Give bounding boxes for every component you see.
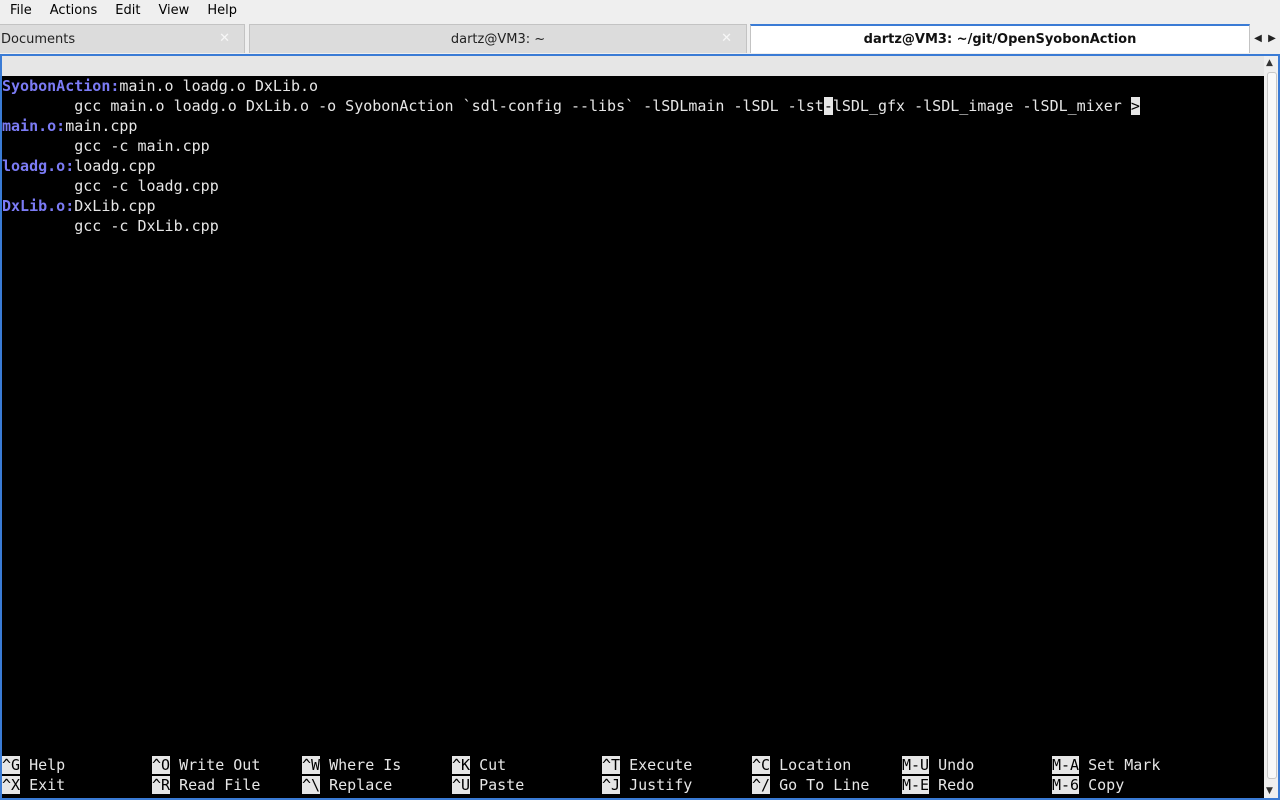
make-target: DxLib.o: [2,197,75,215]
editor-line[interactable]: SyobonAction:main.o loadg.o DxLib.o [2,76,1264,96]
menu-edit[interactable]: Edit [105,0,148,21]
scrollbar-thumb[interactable] [1267,72,1277,779]
line-overflow-marker: > [1130,97,1140,115]
make-deps: main.cpp [65,117,138,135]
shortcut-set-mark[interactable]: M-A Set Mark [1052,755,1160,775]
make-deps: DxLib.cpp [74,197,156,215]
tab-bar: Documents ✕ dartz@VM3: ~ ✕ dartz@VM3: ~/… [0,21,1280,55]
make-deps: loadg.cpp [74,157,156,175]
editor-line[interactable]: DxLib.o:DxLib.cpp [2,196,1264,216]
shortcut-execute[interactable]: ^T Execute [602,755,692,775]
make-target: SyobonAction: [2,77,120,95]
shortcut-go-to-line[interactable]: ^/ Go To Line [752,775,869,795]
tab-label: dartz@VM3: ~/git/OpenSyobonAction [863,32,1137,47]
chevron-up-icon[interactable]: ▲ [1266,58,1273,68]
make-command: gcc -c DxLib.cpp [2,217,219,235]
tab-documents[interactable]: Documents ✕ [0,24,245,53]
make-command: gcc main.o loadg.o DxLib.o -o SyobonActi… [2,97,824,115]
editor-line[interactable]: main.o:main.cpp [2,116,1264,136]
terminal-scrollbar[interactable]: ▲ ▼ [1264,56,1278,798]
shortcut-where-is[interactable]: ^W Where Is [302,755,401,775]
menu-help[interactable]: Help [197,0,245,21]
editor-line[interactable]: gcc -c DxLib.cpp [2,216,1264,236]
close-icon[interactable]: ✕ [721,31,732,46]
close-icon[interactable]: ✕ [219,31,230,46]
make-target: loadg.o: [2,157,75,175]
menu-actions[interactable]: Actions [40,0,106,21]
tab-home[interactable]: dartz@VM3: ~ ✕ [249,24,747,53]
shortcut-redo[interactable]: M-E Redo [902,775,974,795]
chevron-left-icon[interactable]: ◀ [1251,24,1265,53]
make-deps: main.o loadg.o DxLib.o [119,77,319,95]
make-command: gcc -c main.cpp [2,137,210,155]
shortcut-justify[interactable]: ^J Justify [602,775,692,795]
menu-bar: File Actions Edit View Help [0,0,1280,21]
terminal[interactable]: GNU nano 6.2 Makefile * SyobonAction:mai… [2,56,1264,798]
make-command-rest: lSDL_gfx -lSDL_image -lSDL_mixer [832,97,1131,115]
shortcut-copy[interactable]: M-6 Copy [1052,775,1124,795]
tab-opensyobonaction[interactable]: dartz@VM3: ~/git/OpenSyobonAction [750,24,1250,53]
shortcut-replace[interactable]: ^\ Replace [302,775,392,795]
shortcut-write-out[interactable]: ^O Write Out [152,755,260,775]
chevron-down-icon[interactable]: ▼ [1266,786,1273,796]
shortcut-read-file[interactable]: ^R Read File [152,775,260,795]
editor-line[interactable]: gcc -c main.cpp [2,136,1264,156]
shortcut-help[interactable]: ^G Help [2,755,65,775]
shortcut-location[interactable]: ^C Location [752,755,851,775]
text-cursor: - [823,97,833,115]
make-command: gcc -c loadg.cpp [2,177,219,195]
shortcut-undo[interactable]: M-U Undo [902,755,974,775]
nano-shortcut-bar: ^G Help ^X Exit ^O Write Out ^R Read Fil… [2,755,1264,795]
editor-line[interactable]: gcc -c loadg.cpp [2,176,1264,196]
make-target: main.o: [2,117,66,135]
shortcut-paste[interactable]: ^U Paste [452,775,524,795]
menu-view[interactable]: View [148,0,197,21]
editor-line[interactable]: gcc main.o loadg.o DxLib.o -o SyobonActi… [2,96,1264,116]
menu-file[interactable]: File [0,0,40,21]
shortcut-exit[interactable]: ^X Exit [2,775,65,795]
shortcut-cut[interactable]: ^K Cut [452,755,506,775]
editor-line[interactable]: loadg.o:loadg.cpp [2,156,1264,176]
tab-label: Documents [1,31,76,47]
tab-label: dartz@VM3: ~ [450,31,546,47]
chevron-right-icon[interactable]: ▶ [1265,24,1279,53]
nano-title-bar: GNU nano 6.2 Makefile * [2,56,1264,115]
